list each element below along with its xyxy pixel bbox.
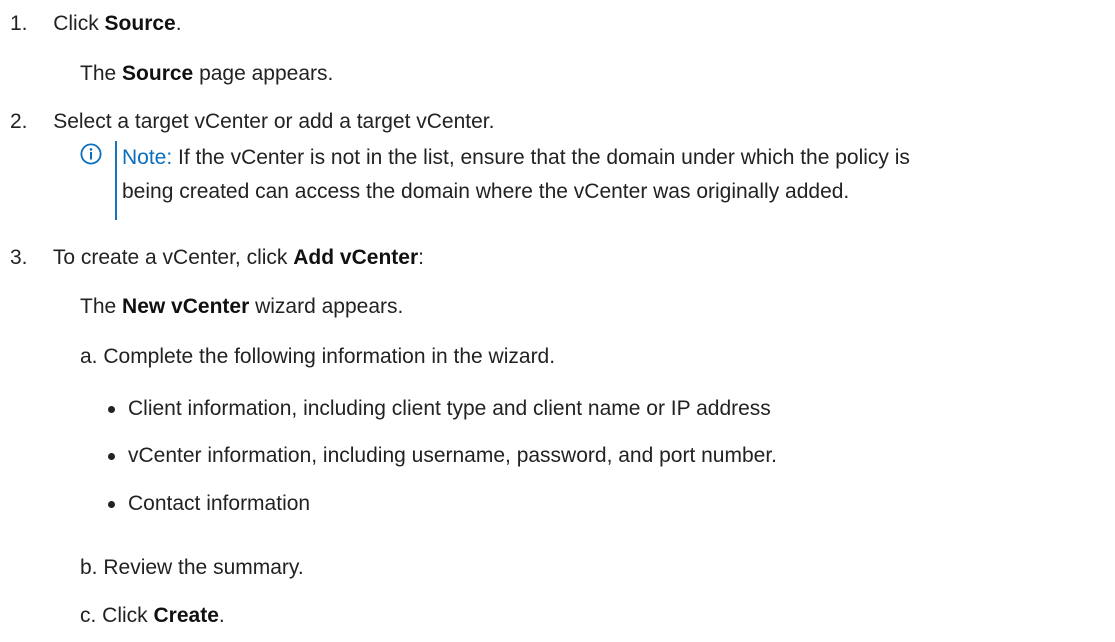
step-1-result: The Source page appears. bbox=[80, 62, 334, 85]
bullet-icon bbox=[108, 501, 115, 508]
info-circle-icon bbox=[80, 143, 102, 165]
step-3-result: The New vCenter wizard appears. bbox=[80, 295, 404, 318]
step-text: Select a target vCenter or add a target … bbox=[53, 110, 495, 133]
note-label: Note: bbox=[122, 146, 173, 169]
list-item: vCenter information, including username,… bbox=[128, 444, 778, 467]
step-bold-source: Source bbox=[104, 12, 176, 35]
result-bold: New vCenter bbox=[122, 295, 250, 318]
substep-b: b. Review the summary. bbox=[80, 556, 304, 579]
step-1: 1. Click Source. bbox=[10, 11, 182, 37]
note-callout: Note: If the vCenter is not in the list,… bbox=[80, 141, 1100, 221]
step-text-pre: Click bbox=[53, 12, 105, 35]
note-divider bbox=[115, 141, 117, 220]
substep-bold-create: Create bbox=[153, 604, 219, 627]
substep-c: c. Click Create. bbox=[80, 604, 225, 627]
bullet-icon bbox=[108, 453, 115, 460]
step-text-post: . bbox=[175, 12, 182, 35]
step-number: 1. bbox=[10, 12, 28, 35]
step-number: 2. bbox=[10, 110, 28, 133]
result-bold: Source bbox=[122, 62, 194, 85]
note-text: Note: If the vCenter is not in the list,… bbox=[122, 146, 910, 203]
list-item: Client information, including client typ… bbox=[128, 397, 771, 420]
step-number: 3. bbox=[10, 246, 28, 269]
substep-a: a. Complete the following information in… bbox=[80, 345, 556, 368]
step-2: 2. Select a target vCenter or add a targ… bbox=[10, 109, 494, 135]
list-item: Contact information bbox=[128, 492, 311, 515]
bullet-icon bbox=[108, 406, 115, 413]
step-3: 3. To create a vCenter, click Add vCente… bbox=[10, 246, 424, 269]
step-bold-add-vcenter: Add vCenter bbox=[293, 246, 419, 269]
